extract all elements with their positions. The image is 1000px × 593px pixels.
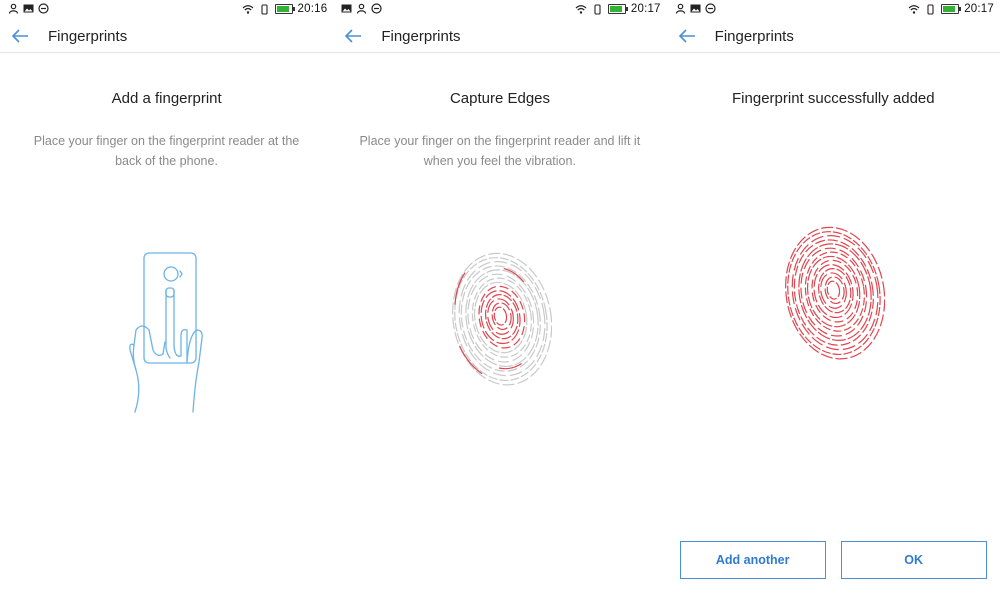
vibrate-icon xyxy=(594,3,601,15)
app-header: Fingerprints xyxy=(333,20,667,53)
status-bar: 20:16 xyxy=(0,0,333,20)
step-description: Place your finger on the fingerprint rea… xyxy=(359,134,641,168)
fingerprint-ridge xyxy=(806,255,861,328)
fingerprint-ridge xyxy=(452,252,552,386)
step-headline: Capture Edges xyxy=(449,90,551,107)
fingerprint-ridge xyxy=(793,239,874,346)
status-bar: 20:17 xyxy=(333,0,666,20)
ok-button[interactable]: OK xyxy=(840,541,987,579)
app-header: Fingerprints xyxy=(666,20,1000,53)
battery-icon xyxy=(941,4,962,14)
screen-capture-edges: 20:17 Fingerprints Capture Edges Place y… xyxy=(333,0,667,593)
screen-add-fingerprint: 20:16 Fingerprints Add a fingerprint Pla… xyxy=(0,0,334,593)
step-headline: Fingerprint successfully added xyxy=(732,90,935,107)
person-icon xyxy=(8,3,19,14)
step-headline: Add a fingerprint xyxy=(111,90,222,107)
fingerprint-ridge xyxy=(798,243,872,341)
step-description: Place your finger on the fingerprint rea… xyxy=(33,134,300,168)
fingerprint-ridge xyxy=(824,276,845,305)
person-icon xyxy=(675,3,685,14)
back-arrow-icon[interactable] xyxy=(341,24,365,48)
page-title: Fingerprints xyxy=(48,28,128,45)
status-bar: 20:17 xyxy=(667,0,1000,20)
page-title: Fingerprints xyxy=(381,28,461,45)
page-title: Fingerprints xyxy=(714,28,794,45)
fingerprint-ridge xyxy=(493,306,508,326)
image-icon xyxy=(23,4,34,13)
fingerprint-ridge xyxy=(785,226,885,360)
back-arrow-icon[interactable] xyxy=(675,24,699,48)
fingerprint-ridge xyxy=(465,269,539,367)
fingerprint-ridge xyxy=(478,285,526,349)
status-time: 20:17 xyxy=(964,3,994,15)
fingerprint-ridge xyxy=(811,259,859,323)
minus-circle-icon xyxy=(38,3,49,14)
fingerprint-ridge xyxy=(473,281,528,354)
minus-circle-icon xyxy=(371,3,382,14)
image-icon xyxy=(341,4,352,13)
image-icon xyxy=(690,4,701,13)
vibrate-icon xyxy=(260,3,268,15)
fingerprint-captured-fragment xyxy=(498,363,522,370)
screen-fingerprint-added: 20:17 Fingerprints Fingerprint successfu… xyxy=(666,0,1000,593)
fingerprint-ridge xyxy=(826,280,841,300)
fingerprint-partial-icon xyxy=(452,252,552,386)
person-icon xyxy=(357,3,367,14)
add-another-button[interactable]: Add another xyxy=(679,541,826,579)
fingerprint-ridge xyxy=(491,302,512,331)
battery-icon xyxy=(274,4,295,14)
vibrate-icon xyxy=(927,3,934,15)
fingerprint-captured-fragment xyxy=(503,267,525,283)
battery-icon xyxy=(607,4,628,14)
wifi-icon xyxy=(908,4,920,14)
hand-phone-illustration xyxy=(129,252,203,413)
minus-circle-icon xyxy=(705,3,716,14)
back-arrow-icon[interactable] xyxy=(8,24,32,48)
wifi-icon xyxy=(242,4,253,14)
wifi-icon xyxy=(575,4,587,14)
status-time: 20:16 xyxy=(297,3,328,15)
status-time: 20:17 xyxy=(630,3,661,15)
app-header: Fingerprints xyxy=(0,20,334,53)
fingerprint-complete-icon xyxy=(785,226,885,360)
